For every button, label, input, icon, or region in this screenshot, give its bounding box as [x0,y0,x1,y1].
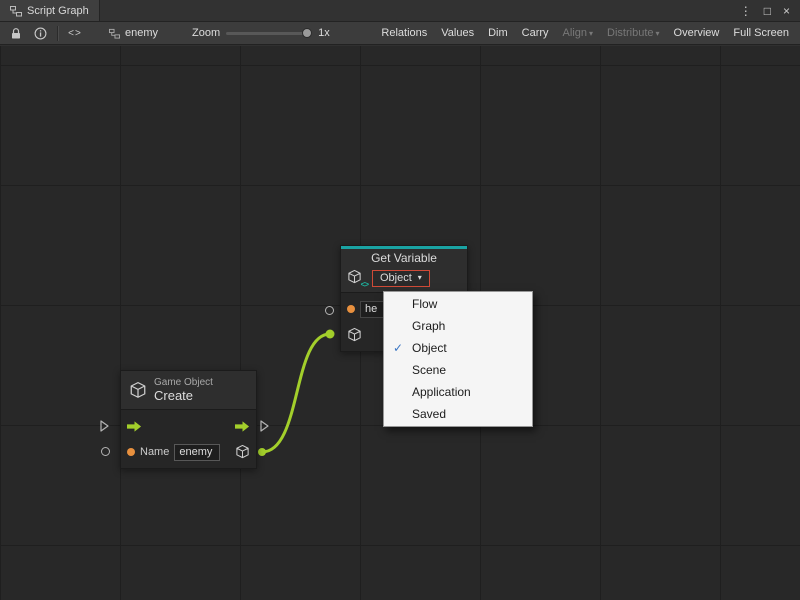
graph-canvas[interactable]: Get Variable <> Object ▾ [0,46,800,600]
toolbar-separator [57,26,58,41]
zoom-slider[interactable] [226,32,312,35]
menu-item-object[interactable]: ✓ Object [384,337,532,359]
variable-kind-row: <> Object ▾ [341,266,467,292]
overview-button[interactable]: Overview [667,22,727,45]
node-title: Create [154,388,213,403]
menu-item-scene[interactable]: Scene [384,359,532,381]
graph-asset-icon [109,28,120,39]
zoom-control: Zoom 1x [192,27,330,39]
window-menu-button[interactable]: ⋮ [734,4,758,18]
code-view-button[interactable]: <> [63,24,87,43]
check-icon: ✓ [384,341,412,355]
string-value-port[interactable] [127,448,135,456]
chevron-down-icon: ▾ [656,29,660,38]
graph-toolbar: <> enemy Zoom 1x Relations Values Dim Ca… [0,22,800,45]
node-body: Name [121,409,256,468]
string-value-port[interactable] [347,305,355,313]
menu-item-application[interactable]: Application [384,381,532,403]
info-button[interactable] [28,24,52,43]
zoom-slider-knob[interactable] [302,28,312,38]
node-title: Get Variable [341,249,467,266]
graph-name-label: enemy [125,27,158,39]
variable-kind-menu: Flow Graph ✓ Object Scene Application Sa… [383,291,533,427]
menu-item-saved[interactable]: Saved [384,403,532,425]
window-controls: ⋮ □ × [734,0,800,21]
get-variable-name-port[interactable] [325,306,334,315]
zoom-label: Zoom [192,27,220,39]
variable-cube-icon: <> [347,269,367,287]
chevron-down-icon: ▾ [418,273,422,282]
tab-label: Script Graph [27,5,89,17]
tab-script-graph[interactable]: Script Graph [0,0,100,21]
values-button[interactable]: Values [434,22,481,45]
gameobject-output-icon[interactable] [235,444,250,460]
relations-button[interactable]: Relations [374,22,434,45]
port-label: Name [140,446,169,458]
gameobject-cube-icon [347,327,362,343]
code-badge-icon: <> [361,280,368,289]
name-value-input[interactable] [174,444,220,461]
create-flow-out-port[interactable] [260,420,269,432]
gameobject-cube-icon [129,381,147,400]
variable-kind-dropdown[interactable]: Object ▾ [372,270,430,287]
create-flow-in-port[interactable] [100,420,109,432]
dim-button[interactable]: Dim [481,22,515,45]
create-name-port[interactable] [101,447,110,456]
carry-button[interactable]: Carry [515,22,556,45]
flow-in-arrow-icon[interactable] [127,421,142,432]
graph-breadcrumb[interactable]: enemy [109,27,158,39]
node-category: Game Object [154,377,213,388]
maximize-button[interactable]: □ [758,4,777,18]
node-create[interactable]: Game Object Create Nam [120,370,257,469]
menu-item-graph[interactable]: Graph [384,315,532,337]
menu-item-flow[interactable]: Flow [384,293,532,315]
lock-button[interactable] [4,24,28,43]
toolbar-buttons: Relations Values Dim Carry Align▾ Distri… [374,22,796,44]
chevron-down-icon: ▾ [589,29,593,38]
title-bar: Script Graph ⋮ □ × [0,0,800,22]
close-button[interactable]: × [777,4,796,18]
zoom-value: 1x [318,27,330,39]
node-header: Game Object Create [121,371,256,409]
distribute-button: Distribute▾ [600,22,666,45]
script-graph-icon [10,5,22,17]
flow-out-arrow-icon[interactable] [235,421,250,432]
align-button: Align▾ [556,22,600,45]
fullscreen-button[interactable]: Full Screen [726,22,796,45]
